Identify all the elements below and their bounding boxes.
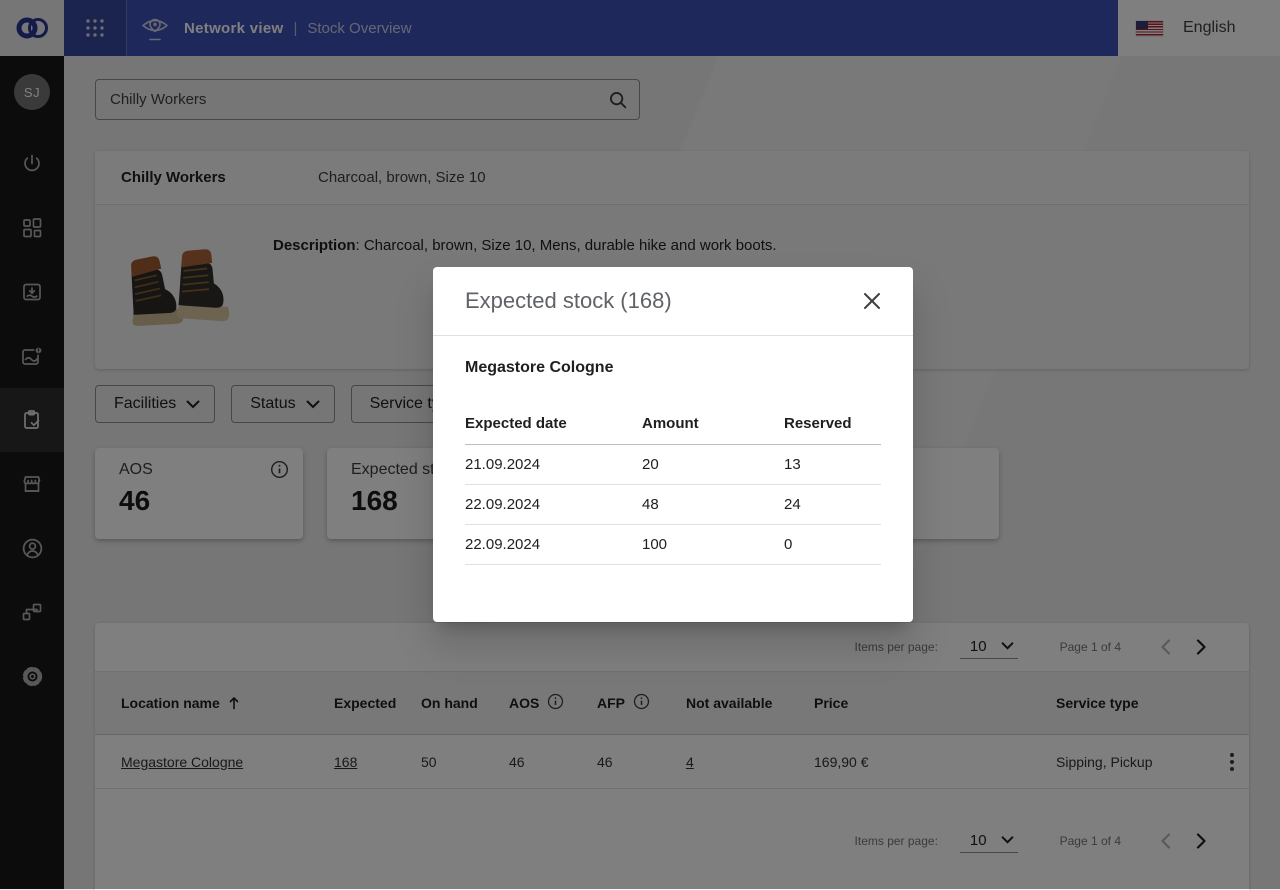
reserved: 24 [784, 496, 881, 513]
amount: 100 [642, 536, 784, 553]
store-name: Megastore Cologne [465, 359, 881, 377]
table-row: 22.09.2024 48 24 [465, 485, 881, 525]
table-row: 21.09.2024 20 13 [465, 445, 881, 485]
expected-date: 21.09.2024 [465, 456, 642, 473]
expected-date: 22.09.2024 [465, 536, 642, 553]
expected-stock-dialog: Expected stock (168) Megastore Cologne E… [433, 267, 913, 622]
col-amount: Amount [642, 415, 784, 432]
close-icon [863, 292, 881, 310]
col-expected-date: Expected date [465, 415, 642, 432]
reserved: 0 [784, 536, 881, 553]
amount: 48 [642, 496, 784, 513]
table-row: 22.09.2024 100 0 [465, 525, 881, 565]
expected-stock-table: Expected date Amount Reserved 21.09.2024… [465, 403, 881, 565]
reserved: 13 [784, 456, 881, 473]
close-button[interactable] [859, 288, 885, 314]
amount: 20 [642, 456, 784, 473]
col-reserved: Reserved [784, 415, 881, 432]
dialog-title: Expected stock (168) [465, 288, 672, 314]
expected-table-header: Expected date Amount Reserved [465, 403, 881, 445]
expected-date: 22.09.2024 [465, 496, 642, 513]
